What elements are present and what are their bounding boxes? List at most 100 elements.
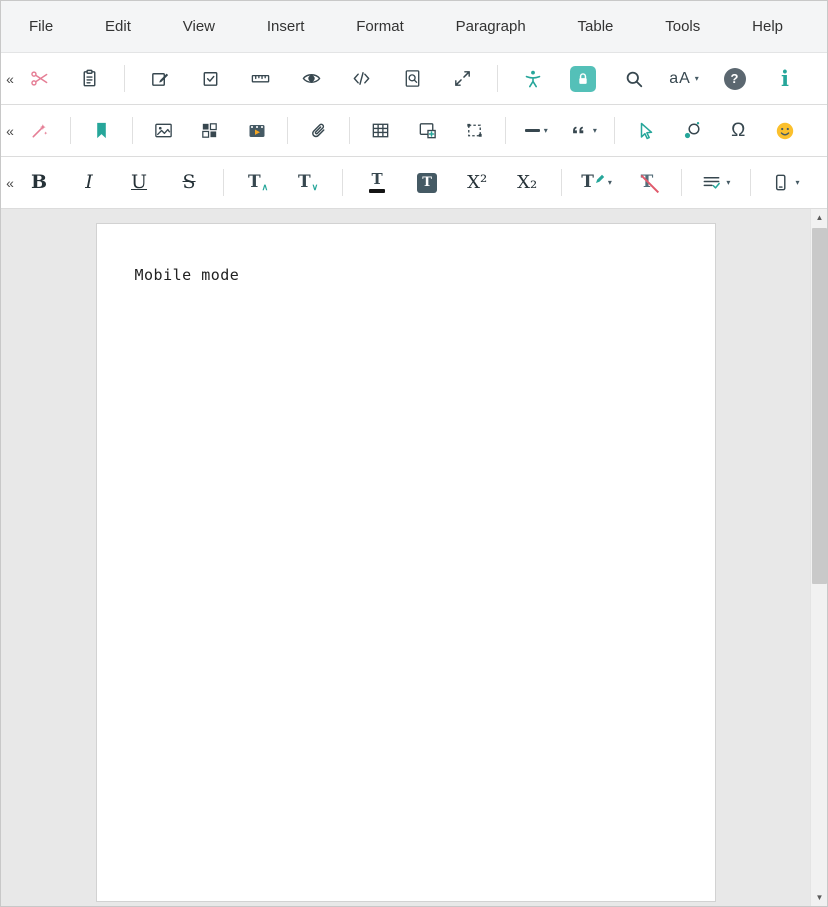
chevron-down-icon: ▾ <box>695 74 699 83</box>
caret-up-glyph: ∧ <box>262 182 269 193</box>
edit-box-icon <box>149 68 170 89</box>
toolbar-row-1-items: aA ▾ ? i <box>19 61 827 97</box>
horizontal-line-icon <box>525 129 540 133</box>
scroll-down-button[interactable]: ▼ <box>811 889 827 906</box>
menu-table[interactable]: Table <box>572 14 620 39</box>
menu-bar: File Edit View Insert Format Paragraph T… <box>1 1 827 53</box>
toolbar-separator <box>497 65 498 92</box>
insert-embed-button[interactable] <box>412 113 444 149</box>
font-shrink-button[interactable]: T ∨ <box>292 165 324 201</box>
ruler-button[interactable] <box>245 61 277 97</box>
menu-edit[interactable]: Edit <box>99 14 137 39</box>
paste-icon <box>79 68 100 89</box>
toolbar-collapse-button[interactable]: « <box>1 71 19 87</box>
font-grow-button[interactable]: T ∧ <box>242 165 274 201</box>
device-preview-button[interactable]: ▾ <box>769 165 801 201</box>
select-check-icon <box>200 68 221 89</box>
strikethrough-button[interactable]: S <box>173 165 205 201</box>
menu-view[interactable]: View <box>177 14 221 39</box>
vertical-scrollbar[interactable]: ▲ ▼ <box>810 209 827 906</box>
toolbar-row-2: « <box>1 105 827 157</box>
toolbar-row-2-items: ▾ ▾ Ω <box>19 113 827 149</box>
cursor-select-button[interactable] <box>629 113 661 149</box>
menu-file[interactable]: File <box>23 14 59 39</box>
inline-style-icon: T <box>581 174 604 191</box>
scroll-up-button[interactable]: ▲ <box>811 209 827 226</box>
chevron-down-icon: ▾ <box>544 126 548 135</box>
select-region-button[interactable] <box>458 113 490 149</box>
superscript-button[interactable]: X² <box>461 165 493 201</box>
bookmark-button[interactable] <box>85 113 117 149</box>
paste-check-button[interactable] <box>194 61 226 97</box>
accessibility-button[interactable] <box>517 61 549 97</box>
background-color-icon: T <box>417 173 437 193</box>
font-scale-button[interactable]: aA ▾ <box>668 61 700 97</box>
search-button[interactable] <box>618 61 650 97</box>
code-view-button[interactable] <box>346 61 378 97</box>
menu-help[interactable]: Help <box>746 14 789 39</box>
blockquote-button[interactable]: ▾ <box>567 113 599 149</box>
info-icon: i <box>781 68 789 89</box>
help-button[interactable]: ? <box>719 61 751 97</box>
insert-table-button[interactable] <box>365 113 397 149</box>
inline-style-button[interactable]: T ▾ <box>580 165 613 201</box>
paste-edit-button[interactable] <box>144 61 176 97</box>
subscript-icon: X₂ <box>517 174 537 192</box>
image-icon <box>153 120 174 141</box>
paste-button[interactable] <box>74 61 106 97</box>
bold-button[interactable]: B <box>23 165 55 201</box>
image-gallery-button[interactable] <box>194 113 226 149</box>
chevron-down-icon: ▾ <box>593 126 597 135</box>
menu-insert[interactable]: Insert <box>261 14 311 39</box>
text-color-button[interactable]: T <box>361 165 393 201</box>
ruler-icon <box>250 68 271 89</box>
horizontal-line-button[interactable]: ▾ <box>520 113 552 149</box>
lock-button[interactable] <box>567 61 599 97</box>
editor-page[interactable]: Mobile mode <box>96 223 716 902</box>
italic-button[interactable]: I <box>73 165 105 201</box>
menu-format[interactable]: Format <box>350 14 410 39</box>
toolbar-collapse-button[interactable]: « <box>1 123 19 139</box>
underline-icon: U <box>131 173 147 192</box>
cut-button[interactable] <box>23 61 55 97</box>
editor-content[interactable]: Mobile mode <box>135 266 677 284</box>
embed-plus-icon <box>417 120 438 141</box>
paragraph-style-button[interactable]: ▾ <box>700 165 732 201</box>
font-shrink-icon: T <box>298 174 311 191</box>
editor-window: File Edit View Insert Format Paragraph T… <box>0 0 828 907</box>
strikethrough-icon: S <box>183 173 196 192</box>
video-icon <box>246 120 268 142</box>
scrollbar-thumb[interactable] <box>812 228 827 584</box>
subscript-button[interactable]: X₂ <box>511 165 543 201</box>
toolbar-separator <box>132 117 133 144</box>
paperclip-icon <box>308 120 329 141</box>
toolbar-separator <box>561 169 562 196</box>
menu-paragraph[interactable]: Paragraph <box>450 14 532 39</box>
attachment-button[interactable] <box>303 113 335 149</box>
lock-icon <box>570 66 596 92</box>
accessibility-icon <box>522 68 544 90</box>
magic-wand-button[interactable] <box>23 113 55 149</box>
insert-video-button[interactable] <box>241 113 273 149</box>
info-button[interactable]: i <box>769 61 801 97</box>
font-grow-icon: T <box>248 174 261 191</box>
insert-image-button[interactable] <box>147 113 179 149</box>
find-button[interactable] <box>396 61 428 97</box>
toolbar-separator <box>342 169 343 196</box>
underline-button[interactable]: U <box>123 165 155 201</box>
fullscreen-button[interactable] <box>447 61 479 97</box>
background-color-button[interactable]: T <box>411 165 443 201</box>
clear-format-icon: T <box>641 174 654 191</box>
toolbar-collapse-button[interactable]: « <box>1 175 19 191</box>
toolbar-separator <box>124 65 125 92</box>
toolbar-separator <box>70 117 71 144</box>
special-characters-button[interactable]: Ω <box>722 113 754 149</box>
emoticon-button[interactable] <box>769 113 801 149</box>
clear-format-button[interactable]: T <box>631 165 663 201</box>
help-icon: ? <box>724 68 746 90</box>
preview-button[interactable] <box>295 61 327 97</box>
menu-tools[interactable]: Tools <box>659 14 706 39</box>
chevron-down-icon: ▾ <box>726 178 730 187</box>
molecule-button[interactable] <box>676 113 708 149</box>
select-region-icon <box>464 120 485 141</box>
